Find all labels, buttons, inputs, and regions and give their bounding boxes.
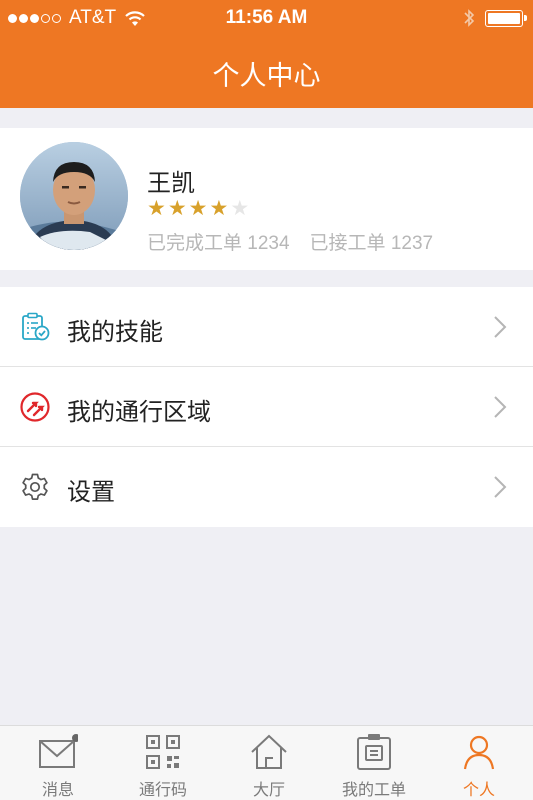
tab-label: 个人 (462, 782, 495, 799)
menu-item-my-skills[interactable]: 我的技能 (0, 287, 533, 367)
gear-icon (22, 473, 48, 500)
tab-bar: 消息 通行码 大厅 我的工单 个人 (0, 725, 533, 800)
pass-area-icon (20, 392, 50, 422)
home-icon (251, 734, 287, 769)
star-icon: ★ (209, 197, 229, 220)
menu-list: 我的技能 我的通行区域 设置 (0, 287, 533, 527)
chevron-right-icon (494, 396, 507, 418)
menu-item-label: 设置 (67, 479, 115, 506)
order-stats: 已完成工单 1234 已接工单 1237 (147, 228, 433, 255)
tab-profile[interactable]: 个人 (426, 726, 532, 800)
qr-code-icon (146, 735, 180, 769)
star-rating: ★ ★ ★ ★ ★ (147, 198, 251, 219)
tab-pass-code[interactable]: 通行码 (110, 726, 216, 800)
bluetooth-icon (464, 9, 475, 27)
tab-messages[interactable]: 消息 (5, 726, 111, 800)
work-order-icon (357, 734, 391, 770)
message-envelope-icon (39, 734, 78, 768)
header: AT&T 11:56 AM 个人中心 (0, 0, 533, 108)
menu-item-settings[interactable]: 设置 (0, 447, 533, 527)
avatar[interactable] (20, 142, 128, 250)
tab-label: 通行码 (138, 782, 187, 799)
person-icon (463, 735, 495, 770)
skills-document-icon (22, 312, 50, 341)
tab-label: 消息 (41, 782, 74, 799)
star-empty-icon: ★ (230, 197, 250, 220)
chevron-right-icon (494, 316, 507, 338)
menu-item-pass-area[interactable]: 我的通行区域 (0, 367, 533, 447)
star-icon: ★ (167, 197, 187, 220)
menu-item-label: 我的通行区域 (67, 399, 211, 426)
page-title: 个人中心 (212, 61, 321, 91)
completed-orders-count: 已完成工单 1234 (147, 233, 290, 254)
tab-label: 我的工单 (341, 782, 406, 799)
profile-card[interactable]: 王凯 ★ ★ ★ ★ ★ 已完成工单 1234 已接工单 1237 (0, 128, 533, 270)
accepted-orders-count: 已接工单 1237 (309, 233, 434, 254)
chevron-right-icon (494, 476, 507, 498)
status-time: 11:56 AM (225, 7, 308, 28)
star-icon: ★ (147, 197, 166, 220)
status-bar: AT&T 11:56 AM (0, 0, 533, 36)
battery-icon (485, 9, 527, 27)
star-icon: ★ (188, 197, 208, 220)
menu-item-label: 我的技能 (67, 319, 163, 346)
tab-label: 大厅 (252, 782, 285, 799)
status-right (463, 8, 527, 28)
tab-my-work-orders[interactable]: 我的工单 (321, 726, 427, 800)
user-name: 王凯 (147, 170, 195, 197)
tab-hall[interactable]: 大厅 (216, 726, 322, 800)
